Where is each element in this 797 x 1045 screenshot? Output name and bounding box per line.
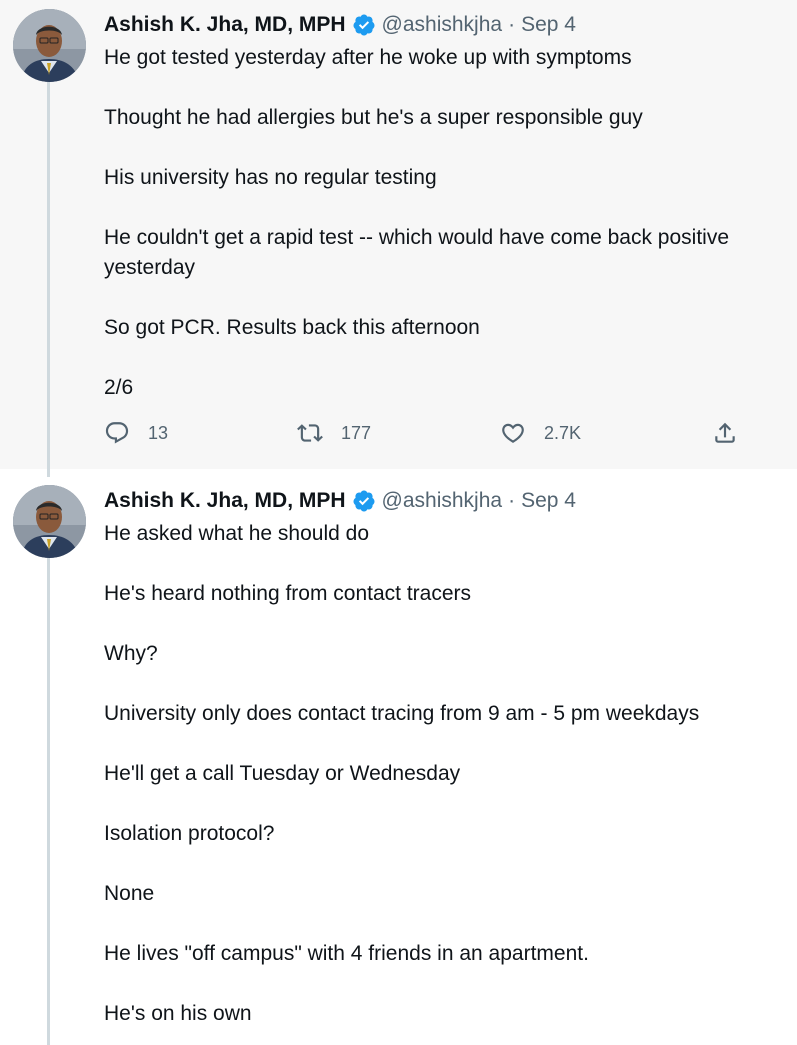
tweet-paragraph: He's on his own: [104, 1002, 252, 1025]
retweet-count: 177: [341, 422, 372, 443]
separator: ·: [508, 489, 516, 512]
tweet-paragraph: His university has no regular testing: [104, 166, 437, 189]
tweet-paragraph: He asked what he should do: [104, 522, 370, 545]
retweet-button[interactable]: 177: [297, 420, 371, 446]
avatar[interactable]: [13, 9, 86, 82]
retweet-icon: [297, 424, 323, 442]
tweet-paragraph: University only does contact tracing fro…: [104, 702, 700, 725]
separator: ·: [508, 13, 516, 36]
tweet-header: Ashish K. Jha, MD, MPH @ashishkjha · Sep…: [104, 488, 576, 514]
tweet-paragraph: He lives "off campus" with 4 friends in …: [104, 942, 589, 965]
share-button[interactable]: [712, 420, 738, 446]
display-name[interactable]: Ashish K. Jha, MD, MPH: [104, 13, 346, 37]
tweet-header: Ashish K. Jha, MD, MPH @ashishkjha · Sep…: [104, 12, 576, 38]
verified-badge-icon: [353, 14, 375, 36]
tweet-text: He got tested yesterday after he woke up…: [104, 43, 789, 403]
reply-button[interactable]: 13: [104, 420, 168, 446]
thread-counter: 2/6: [104, 376, 134, 399]
tweet-paragraph: He got tested yesterday after he woke up…: [104, 46, 632, 69]
like-icon: [502, 423, 524, 443]
handle[interactable]: @ashishkjha: [382, 489, 503, 513]
reply-count: 13: [148, 422, 169, 443]
tweet[interactable]: Ashish K. Jha, MD, MPH @ashishkjha · Sep…: [0, 469, 797, 1045]
like-count: 2.7K: [544, 422, 582, 443]
display-name[interactable]: Ashish K. Jha, MD, MPH: [104, 489, 346, 513]
thread-line: [47, 82, 50, 469]
tweet-text: He asked what he should do He's heard no…: [104, 519, 789, 1029]
tweet-paragraph: None: [104, 882, 155, 905]
tweet-paragraph: He couldn't get a rapid test -- which wo…: [104, 226, 729, 279]
tweet-date[interactable]: Sep 4: [521, 13, 576, 37]
thread-line: [47, 557, 50, 1045]
tweet-paragraph: Why?: [104, 642, 158, 665]
like-button[interactable]: 2.7K: [500, 420, 581, 446]
tweet-date[interactable]: Sep 4: [521, 489, 576, 513]
tweet-paragraph: He'll get a call Tuesday or Wednesday: [104, 762, 461, 785]
tweet-actions: 13 177 2.7K: [104, 420, 744, 454]
tweet[interactable]: Ashish K. Jha, MD, MPH @ashishkjha · Sep…: [0, 0, 797, 469]
handle[interactable]: @ashishkjha: [382, 13, 503, 37]
tweet-paragraph: So got PCR. Results back this afternoon: [104, 316, 480, 339]
reply-icon: [105, 422, 129, 444]
share-icon: [715, 422, 735, 443]
tweet-paragraph: He's heard nothing from contact tracers: [104, 582, 472, 605]
verified-badge-icon: [353, 490, 375, 512]
tweet-paragraph: Thought he had allergies but he's a supe…: [104, 106, 643, 129]
tweet-paragraph: Isolation protocol?: [104, 822, 275, 845]
avatar[interactable]: [13, 485, 86, 558]
thread-line: [47, 469, 50, 477]
